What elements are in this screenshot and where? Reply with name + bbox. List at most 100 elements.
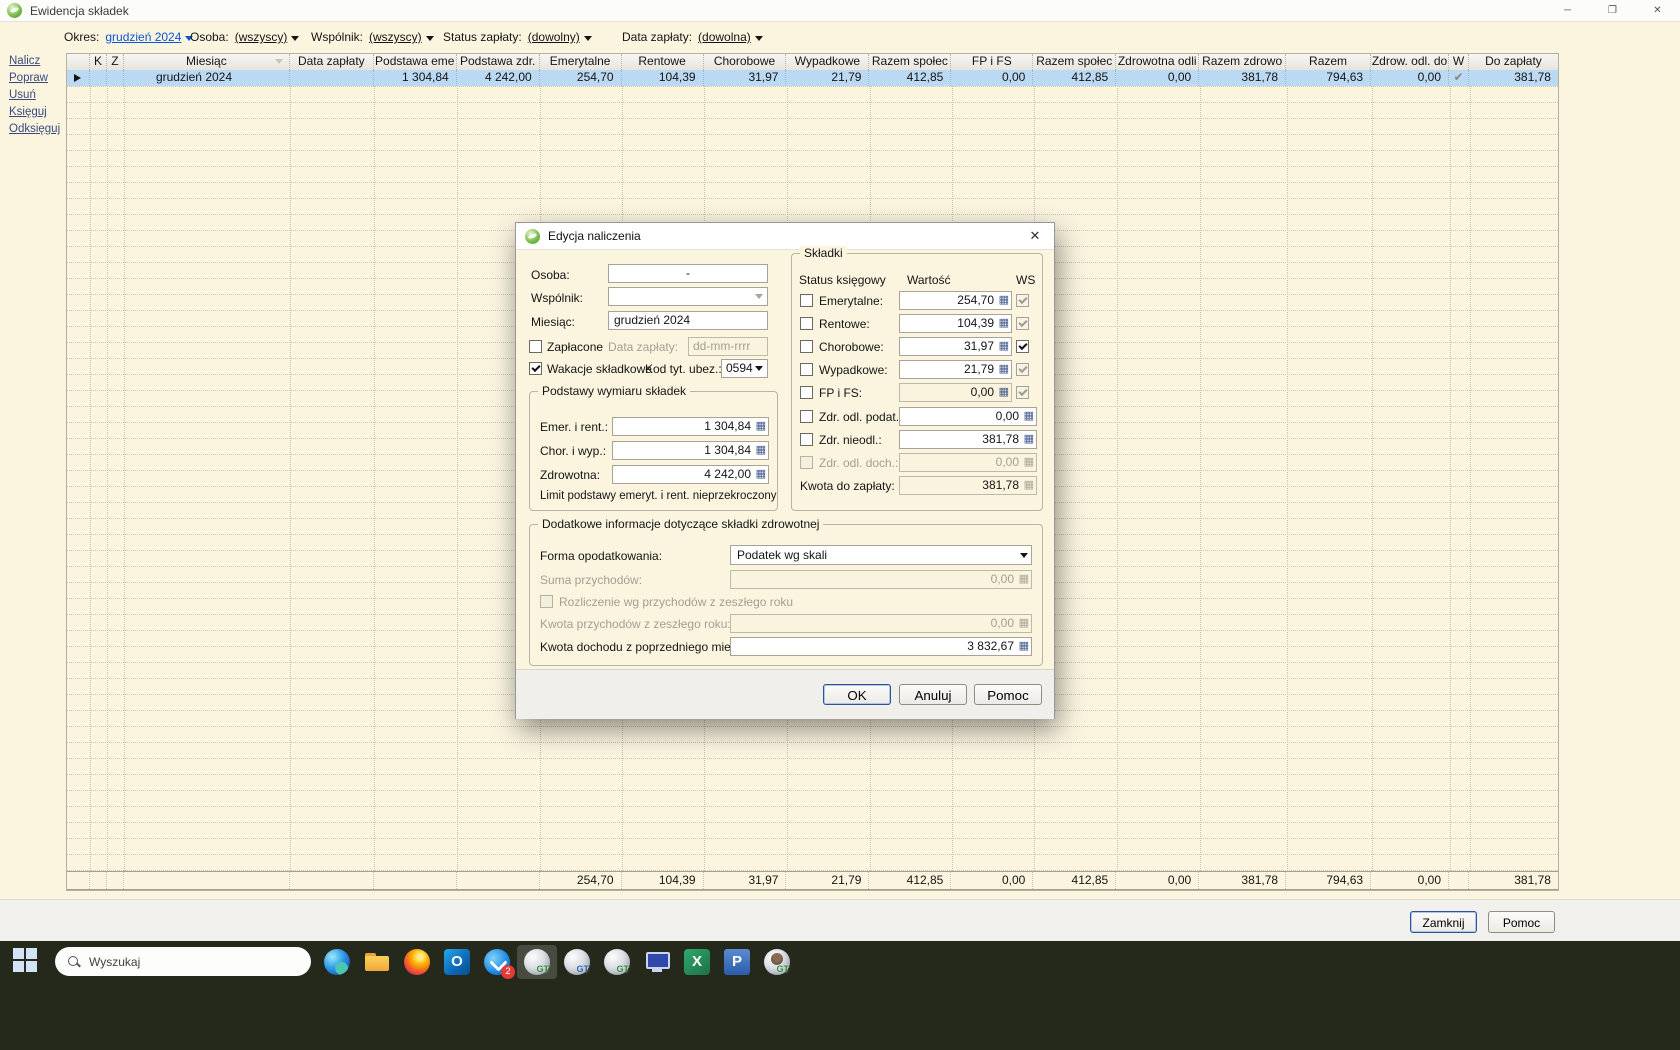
row-cell[interactable] xyxy=(90,70,107,86)
row-cell[interactable]: 381,78 xyxy=(1199,70,1287,86)
status-checkbox[interactable] xyxy=(800,433,813,446)
chorobowe-field[interactable]: 31,97 ▦ xyxy=(899,337,1012,356)
row-cell[interactable]: 104,39 xyxy=(622,70,704,86)
forma-select[interactable]: Podatek wg skali xyxy=(730,545,1032,565)
minimize-icon[interactable]: ─ xyxy=(1545,0,1590,21)
row-cell[interactable]: 412,85 xyxy=(1033,70,1117,86)
close-window-button[interactable]: Zamknij xyxy=(1410,911,1477,933)
maximize-icon[interactable]: ❐ xyxy=(1590,0,1635,21)
osoba-field[interactable]: - xyxy=(608,264,768,283)
dialog-help-button[interactable]: Pomoc xyxy=(974,684,1042,705)
sidebar-item-odksieguj[interactable]: Odksięguj xyxy=(9,123,60,135)
calculator-icon[interactable]: ▦ xyxy=(1024,432,1034,447)
filter-value[interactable]: (wszyscy) xyxy=(235,30,288,44)
column-header[interactable]: Z xyxy=(107,54,124,70)
row-cell[interactable]: grudzień 2024 xyxy=(124,70,290,86)
table-row-selected[interactable]: grudzień 2024 1 304,84 4 242,00 254,70 104,3… xyxy=(67,70,1558,86)
row-cell[interactable]: 1 304,84 xyxy=(374,70,457,86)
calculator-icon[interactable]: ▦ xyxy=(999,362,1009,377)
row-cell[interactable]: 381,78 xyxy=(1469,70,1558,86)
calculator-icon[interactable]: ▦ xyxy=(999,316,1009,331)
wypadkowe-field[interactable]: 21,79 ▦ xyxy=(899,360,1012,379)
column-header[interactable]: Chorobowe xyxy=(704,54,787,70)
taskbar-app-explorer[interactable] xyxy=(357,945,397,979)
help-button[interactable]: Pomoc xyxy=(1488,911,1555,933)
column-header[interactable]: Wypadkowe xyxy=(786,54,870,70)
filter-okres[interactable]: Okres: grudzień 2024 xyxy=(64,27,194,47)
taskbar-app-gt-blue[interactable] xyxy=(557,945,597,979)
row-cell[interactable]: 254,70 xyxy=(540,70,622,86)
column-header[interactable]: Emerytalne xyxy=(540,54,622,70)
sidebar-item-popraw[interactable]: Popraw xyxy=(9,72,48,84)
column-header[interactable]: Podstawa eme xyxy=(374,54,457,70)
ws-checkbox[interactable] xyxy=(1016,340,1029,353)
taskbar-app-excel[interactable] xyxy=(677,945,717,979)
taskbar-app-edge[interactable] xyxy=(317,945,357,979)
rentowe-field[interactable]: 104,39 ▦ xyxy=(899,314,1012,333)
calculator-icon[interactable]: ▦ xyxy=(999,339,1009,354)
column-header[interactable]: Do zapłaty xyxy=(1469,54,1558,70)
row-cell[interactable]: 4 242,00 xyxy=(457,70,540,86)
row-cell[interactable]: 794,63 xyxy=(1286,70,1372,86)
sidebar-item-usun[interactable]: Usuń xyxy=(9,89,36,101)
calculator-icon[interactable]: ▦ xyxy=(1024,409,1034,424)
taskbar-app-outlook[interactable] xyxy=(437,945,477,979)
filter-data-zaplaty[interactable]: Data zapłaty: (dowolna) xyxy=(622,27,763,47)
status-checkbox[interactable] xyxy=(800,317,813,330)
filter-osoba[interactable]: Osoba: (wszyscy) xyxy=(190,27,300,47)
taskbar-app-firefox[interactable] xyxy=(397,945,437,979)
column-header[interactable]: Zdrowotna odli xyxy=(1116,54,1200,70)
filter-value[interactable]: (dowolny) xyxy=(528,30,580,44)
column-header[interactable]: Rentowe xyxy=(622,54,704,70)
row-cell[interactable]: 0,00 xyxy=(951,70,1034,86)
taskbar-app-gt-green[interactable] xyxy=(597,945,637,979)
cancel-button[interactable]: Anuluj xyxy=(899,684,967,705)
filter-value[interactable]: (wszyscy) xyxy=(369,30,422,44)
zdr-odl-podat-field[interactable]: 0,00 ▦ xyxy=(899,407,1037,426)
column-header[interactable]: FP i FS xyxy=(951,54,1034,70)
taskbar-search[interactable]: Wyszukaj xyxy=(55,947,311,976)
row-cell[interactable]: ✔ xyxy=(1449,70,1469,86)
filter-wspolnik[interactable]: Wspólnik: (wszyscy) xyxy=(311,27,434,47)
close-icon[interactable]: ✕ xyxy=(1635,0,1680,21)
start-button-icon[interactable] xyxy=(13,948,39,974)
filter-value[interactable]: (dowolna) xyxy=(698,30,751,44)
column-header[interactable]: Razem społec xyxy=(1033,54,1117,70)
row-cell[interactable]: 31,97 xyxy=(704,70,787,86)
sidebar-item-ksieguj[interactable]: Księguj xyxy=(9,106,47,118)
ok-button[interactable]: OK xyxy=(823,684,891,705)
row-cell[interactable]: 21,79 xyxy=(786,70,870,86)
taskbar-app-gt-person[interactable] xyxy=(757,945,797,979)
status-checkbox[interactable] xyxy=(800,363,813,376)
dialog-close-icon[interactable]: ✕ xyxy=(1026,227,1044,245)
column-header[interactable]: Zdrow. odl. do xyxy=(1371,54,1449,70)
kwota-dochodu-field[interactable]: 3 832,67 ▦ xyxy=(730,637,1032,656)
calculator-icon[interactable]: ▦ xyxy=(1019,639,1029,654)
filter-status-zaplaty[interactable]: Status zapłaty: (dowolny) xyxy=(443,27,592,47)
taskbar-app-thunderbird[interactable]: 2 xyxy=(477,945,517,979)
row-cell[interactable]: 0,00 xyxy=(1371,70,1449,86)
status-checkbox[interactable] xyxy=(800,386,813,399)
column-header[interactable]: K xyxy=(90,54,107,70)
row-cell[interactable]: 412,85 xyxy=(869,70,952,86)
column-header[interactable]: Razem xyxy=(1286,54,1372,70)
column-header[interactable]: Razem społec xyxy=(869,54,952,70)
row-cell[interactable]: 0,00 xyxy=(1116,70,1200,86)
column-header[interactable]: Data zapłaty xyxy=(290,54,374,70)
zdr-nieodl-field[interactable]: 381,78 ▦ xyxy=(899,430,1037,449)
taskbar-app-platnik[interactable] xyxy=(717,945,757,979)
row-cell[interactable] xyxy=(290,70,374,86)
status-checkbox[interactable] xyxy=(800,410,813,423)
chevron-down-icon[interactable] xyxy=(583,35,592,41)
taskbar-app-gt-active[interactable] xyxy=(517,945,557,979)
chevron-down-icon[interactable] xyxy=(425,35,434,41)
column-header[interactable]: Podstawa zdr. xyxy=(457,54,540,70)
column-header[interactable]: Miesiąc xyxy=(124,54,290,70)
column-header[interactable] xyxy=(67,54,90,70)
sidebar-item-nalicz[interactable]: Nalicz xyxy=(9,55,40,67)
column-header[interactable]: Razem zdrowo xyxy=(1199,54,1287,70)
calculator-icon[interactable]: ▦ xyxy=(999,293,1009,308)
taskbar-app-computer[interactable] xyxy=(637,945,677,979)
status-checkbox[interactable] xyxy=(800,294,813,307)
row-cell[interactable] xyxy=(67,70,90,86)
